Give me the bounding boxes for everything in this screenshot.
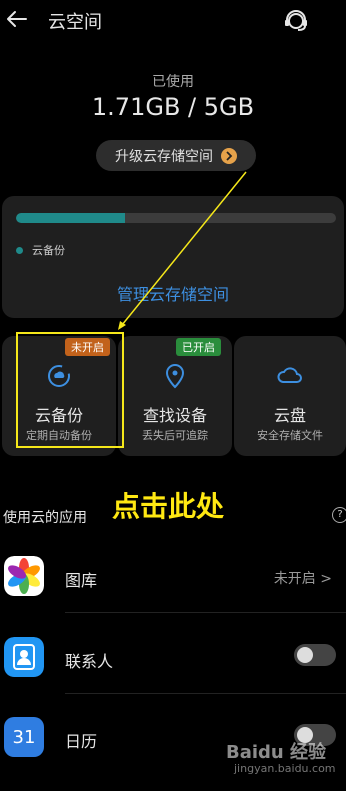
used-label: 已使用 [152, 74, 194, 90]
watermark: Baidu 经验 [226, 742, 327, 763]
tile-desc: 丢失后可追踪 [142, 429, 208, 442]
calendar-app-icon: 31 [4, 717, 44, 757]
storage-card: 云备份 管理云存储空间 [2, 196, 344, 318]
tile-desc: 安全存储文件 [257, 429, 323, 442]
status-badge: 已开启 [176, 338, 221, 356]
upgrade-label: 升级云存储空间 [115, 148, 213, 165]
toggle-knob [297, 647, 313, 663]
storage-progress-bar [16, 213, 336, 223]
highlight-box [16, 332, 124, 448]
app-label: 联系人 [65, 652, 114, 671]
used-value: 1.71GB / 5GB [91, 93, 255, 121]
gallery-app-icon [4, 556, 44, 596]
storage-progress-fill [16, 213, 126, 223]
upgrade-storage-button[interactable]: 升级云存储空间 [96, 140, 256, 171]
legend-dot [16, 247, 23, 254]
watermark-url: jingyan.baidu.com [234, 762, 336, 775]
tile-name: 云盘 [273, 406, 306, 425]
app-label: 日历 [65, 732, 98, 751]
cloud-icon [277, 367, 302, 383]
app-row-gallery[interactable]: 图库 未开启 > [0, 542, 346, 612]
contacts-app-icon [4, 637, 44, 677]
tile-cloud-drive[interactable]: 云盘 安全存储文件 [234, 336, 346, 456]
tile-name: 查找设备 [142, 406, 207, 425]
tile-find-device[interactable]: 已开启 查找设备 丢失后可追踪 [118, 336, 232, 456]
app-label: 图库 [65, 571, 98, 590]
manage-storage-link[interactable]: 管理云存储空间 [2, 281, 344, 305]
legend-label: 云备份 [32, 244, 65, 257]
page-title: 云空间 [48, 12, 102, 33]
chevron-right-icon [221, 147, 237, 164]
divider [65, 612, 346, 613]
app-row-contacts[interactable]: 联系人 [0, 623, 346, 693]
contacts-toggle[interactable] [294, 644, 336, 666]
help-icon[interactable]: ? [332, 507, 346, 523]
customer-service-icon[interactable] [281, 6, 311, 36]
back-arrow-icon[interactable] [4, 6, 30, 32]
app-status: 未开启 > [273, 571, 332, 587]
annotation-callout: 点击此处 [112, 490, 225, 523]
location-pin-icon [165, 363, 185, 389]
apps-section-label: 使用云的应用 [3, 510, 87, 526]
divider [65, 693, 346, 694]
